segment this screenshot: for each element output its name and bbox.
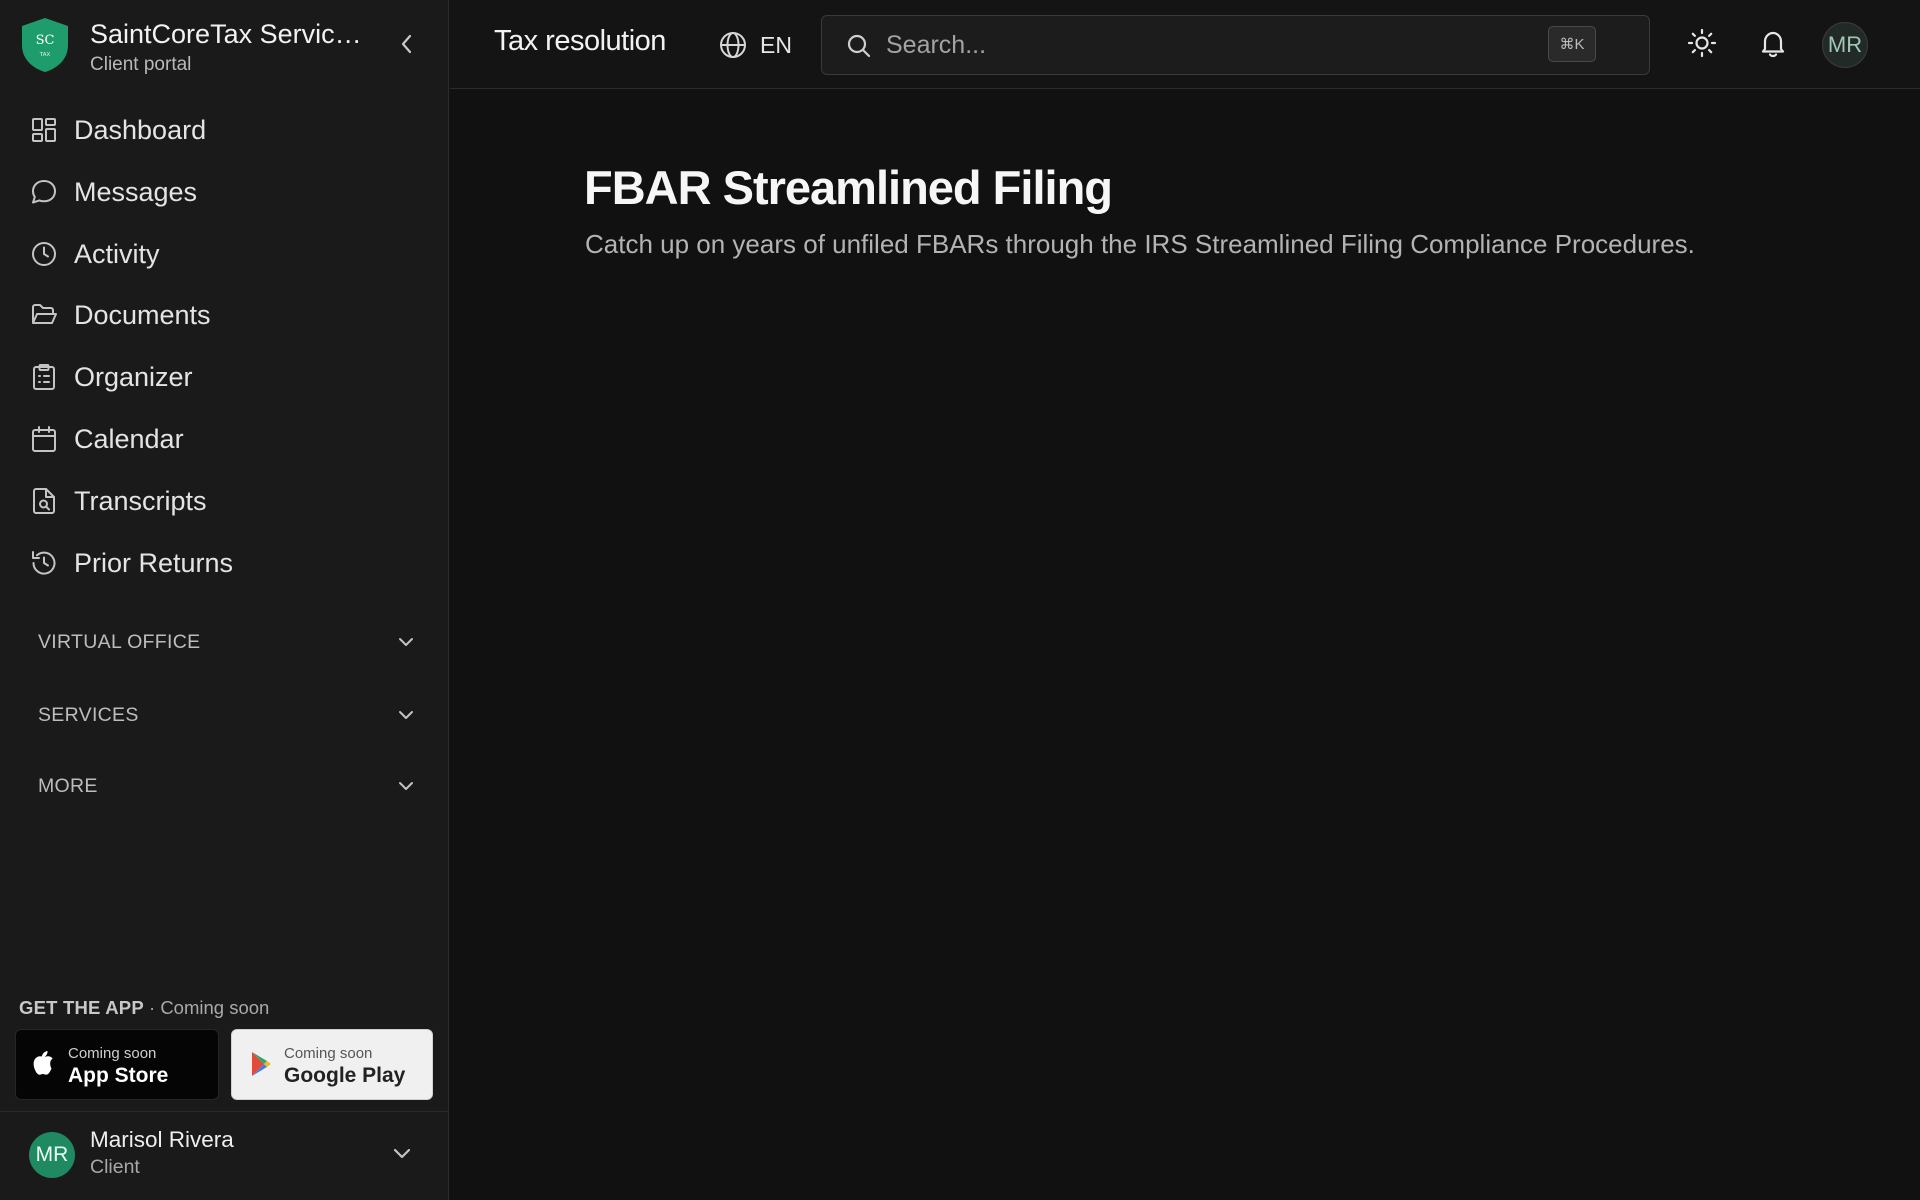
file-search-icon	[28, 485, 60, 517]
user-name: Marisol Rivera	[90, 1127, 234, 1152]
user-menu[interactable]: MR Marisol Rivera Client	[0, 1111, 449, 1200]
notifications-button[interactable]	[1756, 26, 1790, 60]
clock-icon	[28, 238, 60, 270]
dashboard-icon	[28, 114, 60, 146]
clipboard-list-icon	[28, 361, 60, 393]
sidebar-item-documents[interactable]: Documents	[14, 287, 434, 343]
sidebar-item-label: Transcripts	[74, 485, 207, 516]
sidebar-item-dashboard[interactable]: Dashboard	[14, 102, 434, 158]
search-icon	[847, 34, 871, 58]
sidebar-item-label: Dashboard	[74, 114, 207, 145]
section-label: MORE	[38, 774, 98, 797]
sidebar-item-calendar[interactable]: Calendar	[14, 411, 434, 467]
language-code: EN	[760, 31, 792, 58]
svg-text:TAX: TAX	[39, 52, 51, 58]
chevron-down-icon	[390, 1142, 414, 1166]
chevron-down-icon	[394, 774, 418, 798]
sidebar-item-label: Organizer	[74, 361, 193, 392]
message-bubble-icon	[28, 176, 60, 208]
svg-text:SC: SC	[36, 33, 55, 48]
get-app-heading: GET THE APP · Coming soon	[19, 997, 269, 1019]
sidebar-item-transcripts[interactable]: Transcripts	[14, 473, 434, 529]
section-virtual-office[interactable]: VIRTUAL OFFICE	[14, 618, 434, 666]
sidebar: SC TAX SaintCoreTax Servic… Client porta…	[0, 0, 449, 1200]
search-bar[interactable]: ⌘K	[821, 15, 1650, 75]
theme-toggle-button[interactable]	[1685, 26, 1719, 60]
collapse-sidebar-button[interactable]	[390, 27, 424, 61]
language-selector[interactable]: EN	[718, 28, 792, 62]
get-app-status: · Coming soon	[149, 997, 270, 1018]
apple-icon	[33, 1051, 53, 1075]
folder-open-icon	[28, 299, 60, 331]
section-more[interactable]: MORE	[14, 762, 434, 810]
globe-icon	[720, 32, 746, 58]
avatar[interactable]: MR	[1822, 22, 1868, 68]
brand-name: SaintCoreTax Servic…	[90, 19, 362, 49]
sidebar-item-messages[interactable]: Messages	[14, 164, 434, 220]
sidebar-item-organizer[interactable]: Organizer	[14, 349, 434, 405]
page-description: Catch up on years of unfiled FBARs throu…	[585, 229, 1695, 259]
chevron-down-icon	[394, 630, 418, 654]
section-label: VIRTUAL OFFICE	[38, 630, 201, 653]
section-label: SERVICES	[38, 703, 139, 726]
brand[interactable]: SC TAX SaintCoreTax Servic… Client porta…	[20, 17, 420, 77]
sidebar-item-label: Documents	[74, 299, 211, 330]
keyboard-shortcut-badge: ⌘K	[1548, 26, 1596, 62]
top-bar: Tax resolution EN ⌘K MR	[450, 0, 1920, 89]
page-section-title: Tax resolution	[494, 25, 666, 57]
google-play-button[interactable]: Coming soon Google Play	[231, 1029, 433, 1100]
chevron-down-icon	[394, 703, 418, 727]
calendar-icon	[28, 423, 60, 455]
app-store-label: App Store	[68, 1064, 169, 1087]
get-app-label: GET THE APP	[19, 997, 144, 1018]
google-play-small: Coming soon	[284, 1045, 373, 1062]
google-play-icon	[252, 1052, 271, 1076]
sidebar-item-prior-returns[interactable]: Prior Returns	[14, 535, 434, 591]
sun-icon	[1687, 28, 1717, 58]
app-store-button[interactable]: Coming soon App Store	[15, 1029, 219, 1100]
sidebar-item-label: Messages	[74, 176, 198, 207]
brand-subtitle: Client portal	[90, 54, 192, 75]
sidebar-item-label: Calendar	[74, 423, 184, 454]
google-play-label: Google Play	[284, 1064, 406, 1087]
chevron-left-icon	[401, 34, 412, 54]
bell-icon	[1761, 31, 1785, 58]
avatar: MR	[29, 1132, 75, 1178]
page-title: FBAR Streamlined Filing	[584, 161, 1113, 214]
section-services[interactable]: SERVICES	[14, 691, 434, 739]
user-role: Client	[90, 1156, 140, 1178]
search-input[interactable]	[886, 26, 1546, 64]
history-icon	[28, 547, 60, 579]
shield-logo-icon: SC TAX	[22, 18, 68, 72]
sidebar-item-label: Activity	[74, 238, 160, 269]
app-store-small: Coming soon	[68, 1045, 157, 1062]
sidebar-item-activity[interactable]: Activity	[14, 226, 434, 282]
sidebar-item-label: Prior Returns	[74, 547, 234, 578]
